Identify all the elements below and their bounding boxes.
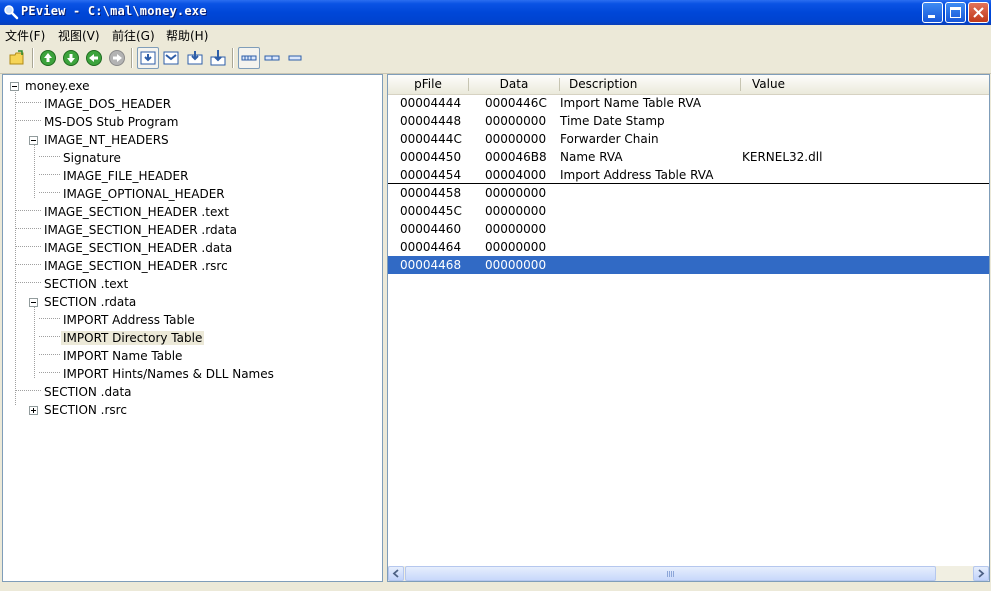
- tree-item[interactable]: IMAGE_SECTION_HEADER .text: [42, 203, 231, 221]
- view-narrow-icon[interactable]: [286, 49, 304, 67]
- expand-toggle[interactable]: [29, 406, 38, 415]
- close-button[interactable]: [968, 2, 989, 23]
- column-header-data[interactable]: Data: [469, 75, 559, 94]
- tree-item-selected[interactable]: IMPORT Directory Table: [61, 329, 205, 347]
- detail-list[interactable]: pFile Data Description Value 00004444 00…: [387, 74, 990, 582]
- view-import-icon[interactable]: [209, 49, 227, 67]
- tree-connector: [39, 174, 60, 175]
- toolbar-separator: [232, 48, 234, 68]
- tree-connector: [34, 306, 35, 378]
- table-row[interactable]: 00004454 00004000 Import Address Table R…: [388, 166, 989, 184]
- maximize-button[interactable]: [945, 2, 966, 23]
- tree-item[interactable]: SECTION .text: [42, 275, 130, 293]
- toolbar: [0, 44, 991, 74]
- table-row[interactable]: 0000445C 00000000: [388, 202, 989, 220]
- view-section-icon[interactable]: [162, 49, 180, 67]
- tree-item[interactable]: IMAGE_DOS_HEADER: [42, 95, 173, 113]
- tree-connector: [39, 156, 60, 157]
- table-row[interactable]: 00004450 000046B8 Name RVA KERNEL32.dll: [388, 148, 989, 166]
- menu-file[interactable]: 文件(F): [5, 27, 45, 44]
- go-forward-icon[interactable]: [108, 49, 126, 67]
- tree-connector: [39, 336, 60, 337]
- list-header: pFile Data Description Value: [388, 75, 989, 95]
- table-row[interactable]: 00004444 0000446C Import Name Table RVA: [388, 94, 989, 112]
- tree-connector: [15, 246, 41, 247]
- collapse-toggle[interactable]: [10, 82, 19, 91]
- view-export-icon[interactable]: [186, 49, 204, 67]
- collapse-toggle[interactable]: [29, 136, 38, 145]
- tree-item[interactable]: SECTION .data: [42, 383, 134, 401]
- horizontal-scrollbar[interactable]: [388, 566, 989, 581]
- window-title: PEview - C:\mal\money.exe: [21, 4, 207, 18]
- column-divider[interactable]: [559, 78, 560, 91]
- chevron-left-icon: [392, 569, 399, 578]
- tree-view[interactable]: money.exe IMAGE_DOS_HEADER MS-DOS Stub P…: [2, 74, 383, 582]
- tree-connector: [34, 144, 35, 198]
- column-header-value[interactable]: Value: [752, 75, 952, 94]
- tree-item[interactable]: IMAGE_SECTION_HEADER .data: [42, 239, 234, 257]
- tree-connector: [15, 264, 41, 265]
- menu-bar: 文件(F) 视图(V) 前往(G) 帮助(H): [0, 25, 991, 44]
- go-down-icon[interactable]: [62, 49, 80, 67]
- toolbar-separator: [32, 48, 34, 68]
- view-wide-icon[interactable]: [240, 49, 258, 67]
- tree-connector: [15, 390, 41, 391]
- menu-view[interactable]: 视图(V): [58, 27, 100, 44]
- view-hex-icon[interactable]: [139, 49, 157, 67]
- tree-item[interactable]: IMAGE_OPTIONAL_HEADER: [61, 185, 227, 203]
- column-header-description[interactable]: Description: [569, 75, 739, 94]
- tree-item[interactable]: Signature: [61, 149, 123, 167]
- tree-item[interactable]: IMAGE_SECTION_HEADER .rsrc: [42, 257, 230, 275]
- tree-connector: [39, 192, 60, 193]
- tree-item[interactable]: SECTION .rdata: [42, 293, 138, 311]
- tree-connector: [15, 282, 41, 283]
- go-back-icon[interactable]: [85, 49, 103, 67]
- table-row[interactable]: 00004448 00000000 Time Date Stamp: [388, 112, 989, 130]
- menu-goto[interactable]: 前往(G): [112, 27, 155, 44]
- status-bar: [0, 583, 991, 591]
- tree-connector: [15, 120, 41, 121]
- tree-connector: [15, 228, 41, 229]
- magnifier-icon: [4, 5, 19, 20]
- table-row-selected[interactable]: 00004468 00000000: [388, 256, 989, 274]
- tree-item[interactable]: IMAGE_NT_HEADERS: [42, 131, 171, 149]
- table-row[interactable]: 00004464 00000000: [388, 238, 989, 256]
- column-header-pfile[interactable]: pFile: [388, 75, 468, 94]
- tree-item[interactable]: IMPORT Address Table: [61, 311, 197, 329]
- toolbar-separator: [131, 48, 133, 68]
- tree-connector: [39, 318, 60, 319]
- tree-connector: [15, 90, 16, 405]
- tree-item[interactable]: MS-DOS Stub Program: [42, 113, 180, 131]
- minimize-button[interactable]: [922, 2, 943, 23]
- tree-item[interactable]: SECTION .rsrc: [42, 401, 129, 419]
- collapse-toggle[interactable]: [29, 298, 38, 307]
- tree-item[interactable]: IMPORT Name Table: [61, 347, 184, 365]
- tree-connector: [15, 210, 41, 211]
- view-medium-icon[interactable]: [263, 49, 281, 67]
- go-up-icon[interactable]: [39, 49, 57, 67]
- scroll-left-button[interactable]: [388, 566, 404, 581]
- tree-connector: [15, 102, 41, 103]
- scroll-right-button[interactable]: [973, 566, 989, 581]
- table-row[interactable]: 0000444C 00000000 Forwarder Chain: [388, 130, 989, 148]
- tree-item[interactable]: IMAGE_FILE_HEADER: [61, 167, 190, 185]
- close-icon: [973, 7, 984, 18]
- table-row[interactable]: 00004460 00000000: [388, 220, 989, 238]
- open-file-icon[interactable]: [8, 49, 26, 67]
- maximize-icon: [950, 7, 961, 18]
- tree-item[interactable]: IMPORT Hints/Names & DLL Names: [61, 365, 276, 383]
- title-bar[interactable]: PEview - C:\mal\money.exe: [0, 0, 991, 25]
- tree-item[interactable]: IMAGE_SECTION_HEADER .rdata: [42, 221, 239, 239]
- tree-connector: [39, 372, 60, 373]
- tree-connector: [39, 354, 60, 355]
- table-row[interactable]: 00004458 00000000: [388, 184, 989, 202]
- tree-item-root[interactable]: money.exe: [23, 77, 92, 95]
- scrollbar-thumb[interactable]: [405, 566, 936, 581]
- chevron-right-icon: [978, 569, 985, 578]
- menu-help[interactable]: 帮助(H): [166, 27, 208, 44]
- column-divider[interactable]: [740, 78, 741, 91]
- minimize-icon: [928, 15, 935, 18]
